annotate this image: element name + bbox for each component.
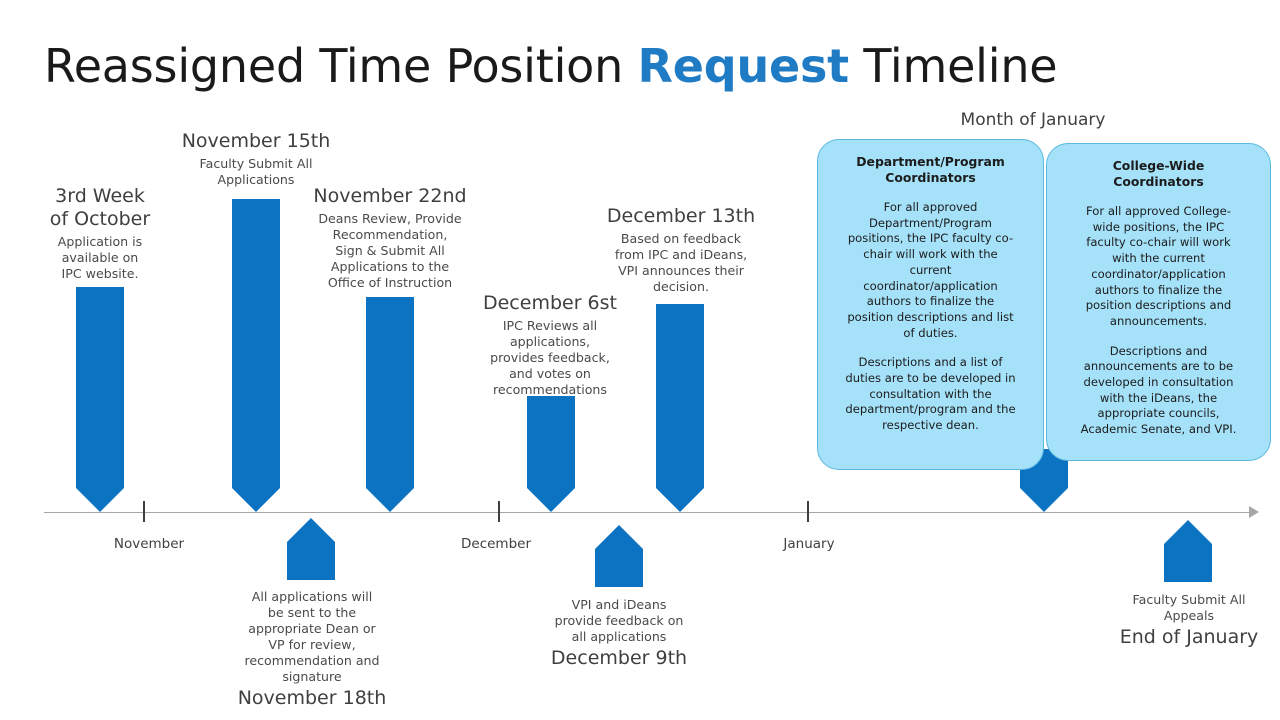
milestone-december-9: VPI and iDeans provide feedback on all a… [545,597,693,670]
milestone-december-6-date: December 6st [482,292,617,314]
milestone-november-18-body: All applications will be sent to the app… [244,589,380,684]
callout-department-program-paragraph-1: For all approved Department/Program posi… [847,200,1014,340]
milestone-october: 3rd Week of October Application is avail… [30,185,170,282]
timeline-axis [44,512,1250,513]
page-title-part-1: Reassigned Time Position [44,39,638,93]
milestone-december-13: December 13th Based on feedback from IPC… [604,205,758,295]
milestone-november-15-body: Faculty Submit All Applications [199,156,313,187]
timeline-pin-end-of-january [1164,520,1212,582]
callout-college-wide-coordinators: College-Wide Coordinators For all approv… [1046,143,1271,461]
month-of-january-heading: Month of January [960,110,1106,130]
milestone-december-13-date: December 13th [606,205,756,227]
axis-tick-january [807,501,809,522]
callout-college-wide-title: College-Wide Coordinators [1112,158,1205,189]
page-title-part-2: Timeline [848,39,1058,93]
milestone-october-body: Application is available on IPC website. [57,234,143,281]
timeline-pin-december-13 [656,304,704,512]
page-title-accent: Request [637,39,850,93]
callout-department-program-coordinators: Department/Program Coordinators For all … [817,139,1044,470]
milestone-end-of-january: Faculty Submit All Appeals End of Januar… [1112,592,1266,649]
milestone-november-18: All applications will be sent to the app… [236,589,388,710]
milestone-end-of-january-body: Faculty Submit All Appeals [1132,592,1246,623]
timeline-pin-october [76,287,124,512]
callout-department-program-title: Department/Program Coordinators [856,154,1005,185]
milestone-november-22-body: Deans Review, Provide Recommendation, Si… [318,211,462,290]
milestone-november-15-date: November 15th [181,130,331,152]
axis-month-label-november: November [113,536,185,552]
axis-month-label-december: December [460,536,532,552]
milestone-november-22: November 22nd Deans Review, Provide Reco… [298,185,482,291]
timeline-axis-arrow-icon [1249,506,1259,518]
axis-tick-december [498,501,500,522]
axis-tick-november [143,501,145,522]
timeline-pin-november-22 [366,297,414,512]
milestone-november-22-date: November 22nd [313,185,467,207]
milestone-december-9-body: VPI and iDeans provide feedback on all a… [554,597,684,644]
timeline-pin-november-15 [232,199,280,512]
milestone-december-6: December 6st IPC Reviews all application… [477,292,623,398]
timeline-pin-november-18 [287,518,335,580]
milestone-december-9-date: December 9th [550,647,688,669]
page-title: Reassigned Time Position Request Timelin… [44,38,1058,94]
callout-college-wide-paragraph-1: For all approved College- wide positions… [1085,204,1232,328]
milestone-november-18-date: November 18th [237,687,387,709]
milestone-october-date: 3rd Week of October [49,185,151,230]
timeline-pin-december-6 [527,396,575,512]
milestone-november-15: November 15th Faculty Submit All Applica… [180,130,332,188]
callout-department-program-paragraph-2: Descriptions and a list of duties are to… [845,355,1016,433]
milestone-december-6-body: IPC Reviews all applications, provides f… [490,318,610,397]
callout-college-wide-paragraph-2: Descriptions and announcements are to be… [1080,343,1237,437]
timeline-pin-december-9 [595,525,643,587]
milestone-december-13-body: Based on feedback from IPC and iDeans, V… [614,231,748,294]
milestone-end-of-january-date: End of January [1119,626,1259,648]
axis-month-label-january: January [783,536,835,552]
